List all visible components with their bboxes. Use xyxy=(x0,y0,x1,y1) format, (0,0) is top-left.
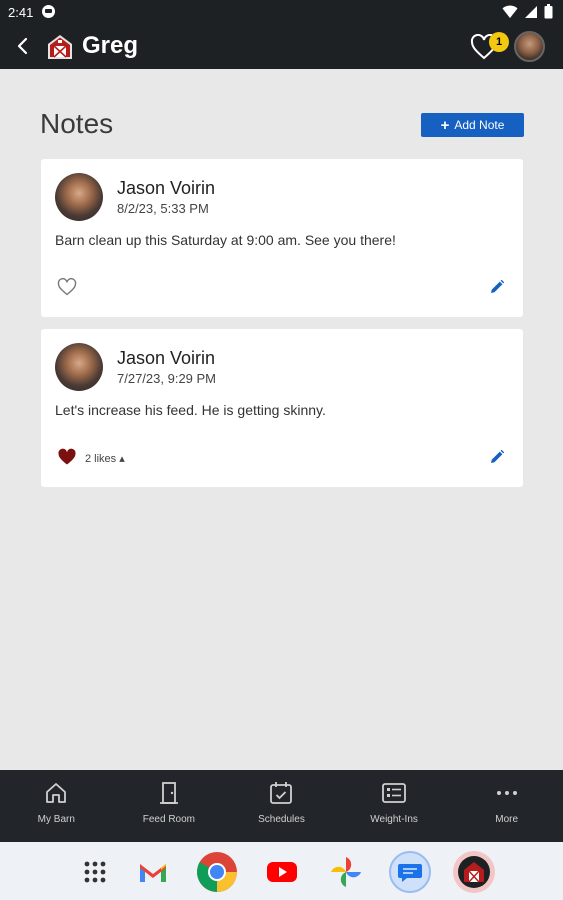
calendar-check-icon xyxy=(270,782,293,804)
nav-label: My Barn xyxy=(37,814,75,825)
nav-label: Weight-Ins xyxy=(370,814,418,825)
status-time: 2:41 xyxy=(8,5,34,20)
note-date: 8/2/23, 5:33 PM xyxy=(117,201,209,216)
note-date: 7/27/23, 9:29 PM xyxy=(117,371,217,386)
nav-item-more[interactable]: More xyxy=(450,770,563,842)
nav-label: More xyxy=(495,814,519,825)
photos-icon[interactable] xyxy=(325,851,367,893)
edit-pencil-icon[interactable] xyxy=(489,279,505,295)
status-icons xyxy=(502,4,553,19)
signal-icon xyxy=(525,5,537,18)
note-text: Let's increase his feed. He is getting s… xyxy=(55,402,326,418)
home-icon xyxy=(46,783,67,803)
status-bar: 2:41 xyxy=(0,0,563,24)
gmail-icon[interactable] xyxy=(132,851,174,893)
system-dock xyxy=(0,842,563,900)
horse-name-title: Greg xyxy=(82,32,139,59)
battery-icon xyxy=(544,4,553,19)
page-title: Notes xyxy=(40,108,114,139)
app-drawer-icon[interactable] xyxy=(74,851,116,893)
nav-label: Feed Room xyxy=(142,814,196,825)
edit-pencil-icon[interactable] xyxy=(489,449,505,465)
note-card: Jason Voirin 8/2/23, 5:33 PM Barn clean … xyxy=(41,159,523,317)
note-card: Jason Voirin 7/27/23, 9:29 PM Let's incr… xyxy=(41,329,523,487)
bottom-nav: My Barn Feed Room Schedules Weight-Ins M… xyxy=(0,770,563,842)
nav-item-feed-room[interactable]: Feed Room xyxy=(113,770,226,842)
nav-item-schedules[interactable]: Schedules xyxy=(225,770,338,842)
author-avatar xyxy=(55,173,103,221)
add-note-label: Add Note xyxy=(454,118,505,132)
user-avatar[interactable] xyxy=(514,31,545,62)
note-author: Jason Voirin xyxy=(117,178,216,198)
notification-badge[interactable]: 1 xyxy=(489,32,509,52)
like-count[interactable]: 2 likes ▴ xyxy=(85,452,125,465)
note-author: Jason Voirin xyxy=(117,348,216,368)
nav-item-my-barn[interactable]: My Barn xyxy=(0,770,113,842)
like-heart-outline-icon[interactable] xyxy=(57,278,77,296)
chrome-icon[interactable] xyxy=(196,851,238,893)
note-text: Barn clean up this Saturday at 9:00 am. … xyxy=(55,232,396,248)
nav-label: Schedules xyxy=(258,814,305,825)
like-heart-filled-icon[interactable] xyxy=(57,448,77,466)
app-bar: Greg 1 xyxy=(0,24,563,69)
barn-app-icon[interactable] xyxy=(453,851,495,893)
barn-logo-icon xyxy=(48,35,72,59)
door-icon xyxy=(159,782,178,804)
youtube-icon[interactable] xyxy=(261,851,303,893)
nav-item-weight-ins[interactable]: Weight-Ins xyxy=(338,770,451,842)
notification-app-icon xyxy=(42,5,55,18)
plus-icon: + xyxy=(440,116,450,134)
add-note-button[interactable]: + Add Note xyxy=(421,113,524,137)
wifi-icon xyxy=(502,5,518,18)
more-horizontal-icon xyxy=(496,791,517,795)
back-arrow-icon[interactable] xyxy=(10,32,36,60)
author-avatar xyxy=(55,343,103,391)
messages-icon[interactable] xyxy=(389,851,431,893)
checklist-icon xyxy=(382,783,406,803)
